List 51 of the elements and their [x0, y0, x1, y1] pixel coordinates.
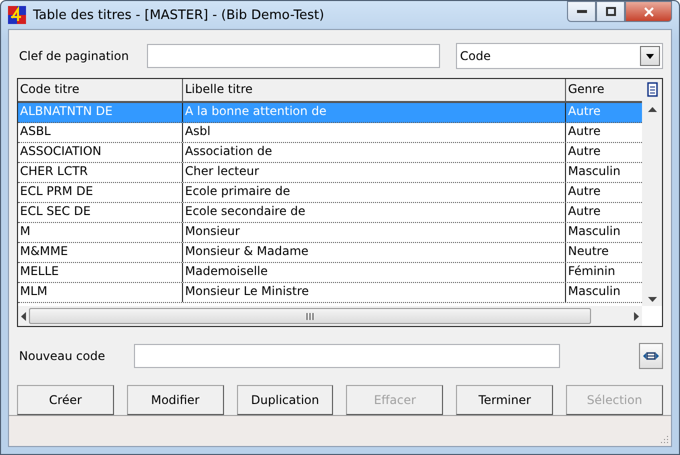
table-cell: M — [18, 223, 183, 242]
pagination-field[interactable] — [146, 44, 440, 68]
column-header[interactable]: Libelle titre — [183, 79, 566, 101]
minimize-icon — [576, 10, 586, 14]
action-button[interactable]: Modifier — [126, 385, 224, 415]
scroll-left-icon[interactable] — [21, 312, 26, 320]
table-cell: Ecole primaire de — [183, 183, 566, 202]
table-cell: Monsieur & Madame — [183, 243, 566, 262]
table-cell: MELLE — [18, 263, 183, 282]
table-cell: MLM — [18, 283, 183, 302]
sort-dropdown[interactable]: Code — [456, 43, 663, 69]
action-button[interactable]: Duplication — [236, 385, 334, 415]
scroll-down-icon[interactable] — [648, 297, 656, 302]
restore-icon — [606, 7, 616, 16]
table-cell: ALBNATNTN DE — [18, 103, 183, 122]
new-code-field[interactable] — [134, 344, 560, 368]
minimize-button[interactable] — [567, 1, 596, 22]
window-title: Table des titres - [MASTER] - (Bib Demo-Test) — [33, 8, 326, 22]
table-cell: CHER LCTR — [18, 163, 183, 182]
expand-icon — [643, 351, 659, 361]
horizontal-scrollbar[interactable] — [18, 306, 642, 326]
table-cell: Mademoiselle — [183, 263, 566, 282]
table-cell: ASBL — [18, 123, 183, 142]
columns-icon[interactable] — [645, 82, 659, 98]
close-button[interactable] — [625, 1, 672, 22]
table-cell: Association de — [183, 143, 566, 162]
table-cell: Monsieur Le Ministre — [183, 283, 566, 302]
pagination-label: Clef de pagination — [19, 49, 129, 63]
new-code-label: Nouveau code — [19, 349, 106, 363]
scroll-thumb[interactable] — [29, 308, 591, 324]
scroll-right-icon[interactable] — [634, 312, 639, 320]
column-header[interactable]: Code titre — [18, 79, 183, 101]
expand-button[interactable] — [639, 343, 663, 369]
restore-button[interactable] — [596, 1, 625, 22]
table-cell: ECL SEC DE — [18, 203, 183, 222]
table-cell: Cher lecteur — [183, 163, 566, 182]
table-cell: ECL PRM DE — [18, 183, 183, 202]
app-icon — [8, 6, 26, 24]
grip-icon — [306, 312, 314, 320]
table-cell: Monsieur — [183, 223, 566, 242]
table-cell: ASSOCIATION — [18, 143, 183, 162]
resize-grip-icon[interactable] — [659, 434, 669, 444]
table-cell: M&MME — [18, 243, 183, 262]
close-icon — [644, 6, 654, 16]
table-cell: Ecole secondaire de — [183, 203, 566, 222]
action-button[interactable]: Créer — [17, 385, 114, 415]
dropdown-arrow-icon — [646, 54, 654, 58]
table-cell: A la bonne attention de — [183, 103, 566, 122]
table-cell: Asbl — [183, 123, 566, 142]
scroll-up-icon[interactable] — [648, 107, 656, 112]
action-button[interactable]: Terminer — [456, 385, 554, 415]
